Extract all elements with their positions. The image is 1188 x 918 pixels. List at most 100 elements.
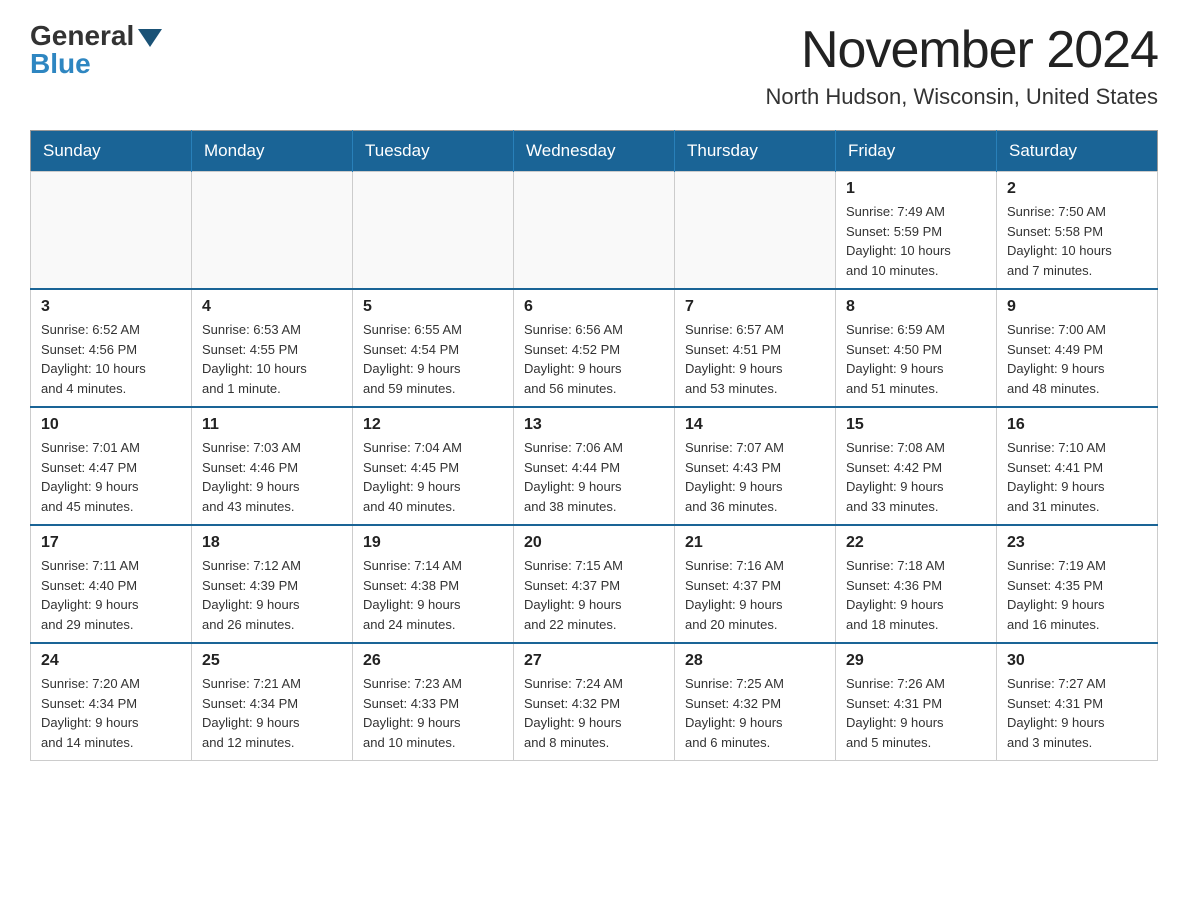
- calendar-cell: 26 Sunrise: 7:23 AM Sunset: 4:33 PM Dayli…: [353, 643, 514, 761]
- calendar-cell: 20 Sunrise: 7:15 AM Sunset: 4:37 PM Dayli…: [514, 525, 675, 643]
- day-info: Sunrise: 6:53 AM Sunset: 4:55 PM Dayligh…: [202, 320, 342, 398]
- day-number: 7: [685, 298, 825, 316]
- day-info: Sunrise: 7:10 AM Sunset: 4:41 PM Dayligh…: [1007, 438, 1147, 516]
- logo-blue-text: Blue: [30, 48, 91, 80]
- day-info: Sunrise: 7:18 AM Sunset: 4:36 PM Dayligh…: [846, 556, 986, 634]
- day-number: 16: [1007, 416, 1147, 434]
- title-area: November 2024 North Hudson, Wisconsin, U…: [765, 20, 1158, 110]
- week-row-3: 10 Sunrise: 7:01 AM Sunset: 4:47 PM Dayli…: [31, 407, 1158, 525]
- calendar-cell: 8 Sunrise: 6:59 AM Sunset: 4:50 PM Daylig…: [836, 289, 997, 407]
- weekday-header-friday: Friday: [836, 131, 997, 172]
- calendar-cell: 4Sunrise: 6:53 AM Sunset: 4:55 PM Daylig…: [192, 289, 353, 407]
- day-number: 8: [846, 298, 986, 316]
- day-number: 13: [524, 416, 664, 434]
- calendar-cell: 3 Sunrise: 6:52 AM Sunset: 4:56 PM Daylig…: [31, 289, 192, 407]
- calendar-cell: 23Sunrise: 7:19 AM Sunset: 4:35 PM Dayli…: [997, 525, 1158, 643]
- calendar-cell: 10 Sunrise: 7:01 AM Sunset: 4:47 PM Dayli…: [31, 407, 192, 525]
- calendar-cell: 1 Sunrise: 7:49 AM Sunset: 5:59 PM Daylig…: [836, 172, 997, 290]
- day-info: Sunrise: 7:20 AM Sunset: 4:34 PM Dayligh…: [41, 674, 181, 752]
- day-info: Sunrise: 7:49 AM Sunset: 5:59 PM Dayligh…: [846, 202, 986, 280]
- day-info: Sunrise: 7:26 AM Sunset: 4:31 PM Dayligh…: [846, 674, 986, 752]
- calendar-cell: [514, 172, 675, 290]
- day-number: 27: [524, 652, 664, 670]
- day-number: 19: [363, 534, 503, 552]
- day-number: 26: [363, 652, 503, 670]
- calendar-cell: 24 Sunrise: 7:20 AM Sunset: 4:34 PM Dayli…: [31, 643, 192, 761]
- day-info: Sunrise: 7:00 AM Sunset: 4:49 PM Dayligh…: [1007, 320, 1147, 398]
- day-info: Sunrise: 7:14 AM Sunset: 4:38 PM Dayligh…: [363, 556, 503, 634]
- calendar-cell: [675, 172, 836, 290]
- day-info: Sunrise: 7:21 AM Sunset: 4:34 PM Dayligh…: [202, 674, 342, 752]
- day-number: 14: [685, 416, 825, 434]
- calendar-cell: 28Sunrise: 7:25 AM Sunset: 4:32 PM Dayli…: [675, 643, 836, 761]
- day-number: 9: [1007, 298, 1147, 316]
- day-number: 2: [1007, 180, 1147, 198]
- calendar-cell: 25 Sunrise: 7:21 AM Sunset: 4:34 PM Dayli…: [192, 643, 353, 761]
- day-info: Sunrise: 7:01 AM Sunset: 4:47 PM Dayligh…: [41, 438, 181, 516]
- day-info: Sunrise: 7:24 AM Sunset: 4:32 PM Dayligh…: [524, 674, 664, 752]
- day-info: Sunrise: 7:25 AM Sunset: 4:32 PM Dayligh…: [685, 674, 825, 752]
- calendar-cell: 7 Sunrise: 6:57 AM Sunset: 4:51 PM Daylig…: [675, 289, 836, 407]
- calendar-cell: 19 Sunrise: 7:14 AM Sunset: 4:38 PM Dayli…: [353, 525, 514, 643]
- calendar-cell: 21Sunrise: 7:16 AM Sunset: 4:37 PM Dayli…: [675, 525, 836, 643]
- calendar-cell: 13Sunrise: 7:06 AM Sunset: 4:44 PM Dayli…: [514, 407, 675, 525]
- logo: General Blue: [30, 20, 162, 80]
- day-info: Sunrise: 7:12 AM Sunset: 4:39 PM Dayligh…: [202, 556, 342, 634]
- day-info: Sunrise: 6:55 AM Sunset: 4:54 PM Dayligh…: [363, 320, 503, 398]
- day-number: 15: [846, 416, 986, 434]
- calendar-cell: 30Sunrise: 7:27 AM Sunset: 4:31 PM Dayli…: [997, 643, 1158, 761]
- weekday-header-row: SundayMondayTuesdayWednesdayThursdayFrid…: [31, 131, 1158, 172]
- day-info: Sunrise: 6:57 AM Sunset: 4:51 PM Dayligh…: [685, 320, 825, 398]
- day-info: Sunrise: 7:11 AM Sunset: 4:40 PM Dayligh…: [41, 556, 181, 634]
- week-row-4: 17 Sunrise: 7:11 AM Sunset: 4:40 PM Dayli…: [31, 525, 1158, 643]
- day-number: 3: [41, 298, 181, 316]
- calendar-cell: 9 Sunrise: 7:00 AM Sunset: 4:49 PM Daylig…: [997, 289, 1158, 407]
- day-info: Sunrise: 6:56 AM Sunset: 4:52 PM Dayligh…: [524, 320, 664, 398]
- day-number: 17: [41, 534, 181, 552]
- day-number: 12: [363, 416, 503, 434]
- day-info: Sunrise: 7:07 AM Sunset: 4:43 PM Dayligh…: [685, 438, 825, 516]
- day-info: Sunrise: 6:52 AM Sunset: 4:56 PM Dayligh…: [41, 320, 181, 398]
- calendar-cell: 6 Sunrise: 6:56 AM Sunset: 4:52 PM Daylig…: [514, 289, 675, 407]
- weekday-header-sunday: Sunday: [31, 131, 192, 172]
- day-info: Sunrise: 7:15 AM Sunset: 4:37 PM Dayligh…: [524, 556, 664, 634]
- day-number: 24: [41, 652, 181, 670]
- calendar-cell: 27 Sunrise: 7:24 AM Sunset: 4:32 PM Dayli…: [514, 643, 675, 761]
- calendar-cell: [192, 172, 353, 290]
- day-number: 5: [363, 298, 503, 316]
- day-number: 20: [524, 534, 664, 552]
- day-number: 10: [41, 416, 181, 434]
- weekday-header-thursday: Thursday: [675, 131, 836, 172]
- weekday-header-wednesday: Wednesday: [514, 131, 675, 172]
- calendar-cell: 15Sunrise: 7:08 AM Sunset: 4:42 PM Dayli…: [836, 407, 997, 525]
- day-number: 1: [846, 180, 986, 198]
- day-number: 6: [524, 298, 664, 316]
- calendar-cell: [353, 172, 514, 290]
- calendar-cell: 12 Sunrise: 7:04 AM Sunset: 4:45 PM Dayli…: [353, 407, 514, 525]
- day-info: Sunrise: 7:19 AM Sunset: 4:35 PM Dayligh…: [1007, 556, 1147, 634]
- week-row-2: 3 Sunrise: 6:52 AM Sunset: 4:56 PM Daylig…: [31, 289, 1158, 407]
- header: General Blue November 2024 North Hudson,…: [30, 20, 1158, 110]
- calendar-cell: 16 Sunrise: 7:10 AM Sunset: 4:41 PM Dayli…: [997, 407, 1158, 525]
- day-info: Sunrise: 7:50 AM Sunset: 5:58 PM Dayligh…: [1007, 202, 1147, 280]
- calendar-cell: 2 Sunrise: 7:50 AM Sunset: 5:58 PM Daylig…: [997, 172, 1158, 290]
- calendar-table: SundayMondayTuesdayWednesdayThursdayFrid…: [30, 130, 1158, 761]
- day-number: 29: [846, 652, 986, 670]
- location-title: North Hudson, Wisconsin, United States: [765, 84, 1158, 110]
- day-number: 11: [202, 416, 342, 434]
- calendar-cell: 17 Sunrise: 7:11 AM Sunset: 4:40 PM Dayli…: [31, 525, 192, 643]
- day-info: Sunrise: 7:03 AM Sunset: 4:46 PM Dayligh…: [202, 438, 342, 516]
- weekday-header-tuesday: Tuesday: [353, 131, 514, 172]
- day-number: 30: [1007, 652, 1147, 670]
- day-number: 18: [202, 534, 342, 552]
- day-info: Sunrise: 7:23 AM Sunset: 4:33 PM Dayligh…: [363, 674, 503, 752]
- week-row-5: 24 Sunrise: 7:20 AM Sunset: 4:34 PM Dayli…: [31, 643, 1158, 761]
- calendar-cell: [31, 172, 192, 290]
- day-info: Sunrise: 7:04 AM Sunset: 4:45 PM Dayligh…: [363, 438, 503, 516]
- logo-arrow-icon: [138, 29, 162, 47]
- week-row-1: 1 Sunrise: 7:49 AM Sunset: 5:59 PM Daylig…: [31, 172, 1158, 290]
- day-info: Sunrise: 6:59 AM Sunset: 4:50 PM Dayligh…: [846, 320, 986, 398]
- calendar-cell: 22Sunrise: 7:18 AM Sunset: 4:36 PM Dayli…: [836, 525, 997, 643]
- calendar-cell: 18 Sunrise: 7:12 AM Sunset: 4:39 PM Dayli…: [192, 525, 353, 643]
- day-number: 25: [202, 652, 342, 670]
